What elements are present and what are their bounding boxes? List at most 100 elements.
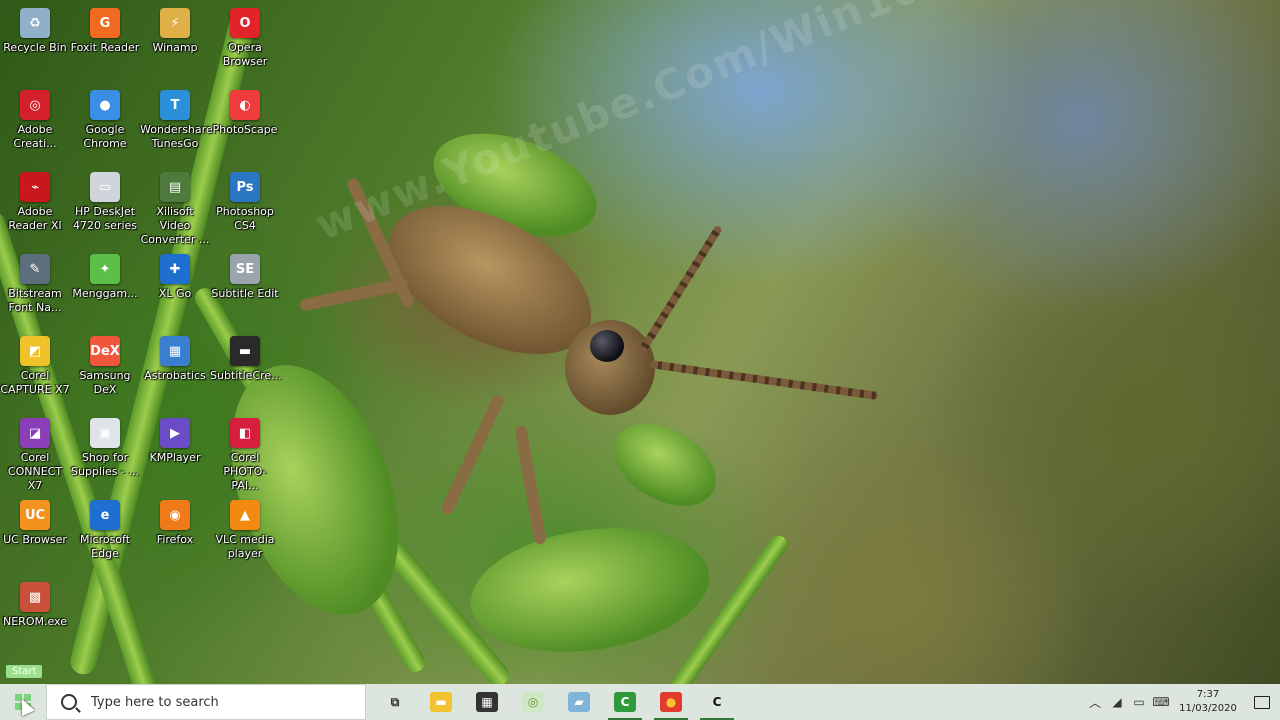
taskbar-search-box[interactable] [46, 684, 366, 720]
chevron-up-icon[interactable]: ︿ [1084, 684, 1106, 720]
desktop-icon-label: Google Chrome [83, 123, 127, 150]
desktop-icon[interactable]: ✚ XL Go [140, 248, 210, 301]
desktop-icon[interactable]: ▲ VLC media player [210, 494, 280, 561]
watermark: www.Youtube.Com/Win10user [308, 0, 1033, 250]
desktop-icon-label: Adobe Reader XI [8, 205, 62, 232]
taskbar-app-microsoft-store[interactable]: ▦ [464, 684, 510, 720]
desktop-icon[interactable]: ◉ Firefox [140, 494, 210, 547]
taskbar-app-camtasia[interactable]: C [602, 684, 648, 720]
desktop-icon-label: PhotoScape [212, 123, 278, 136]
corel-connect-icon: ◪ [20, 418, 50, 448]
desktop-icon-label: Firefox [156, 533, 194, 546]
desktop-icon[interactable]: ◎ Adobe Creati... [0, 84, 70, 151]
battery-icon[interactable]: ▭ [1128, 684, 1150, 720]
taskbar-app-generic-app[interactable]: ▰ [556, 684, 602, 720]
beetle-leg [514, 424, 547, 546]
desktop-icon-label: Foxit Reader [70, 41, 140, 54]
desktop-icon-label: KMPlayer [149, 451, 201, 464]
printer-icon: ▭ [90, 172, 120, 202]
beetle-antenna [636, 224, 723, 357]
desktop-icon-label: Corel CAPTURE X7 [0, 369, 70, 396]
taskbar-app-camtasia-recorder[interactable]: C [694, 684, 740, 720]
desktop-icon[interactable]: ▦ Astrobatics [140, 330, 210, 383]
folder-icon: ▬ [430, 692, 452, 712]
desktop-icon[interactable]: ● Google Chrome [70, 84, 140, 151]
nerom-icon: ▩ [20, 582, 50, 612]
desktop-icon-label: Wondershare TunesGo [140, 123, 213, 150]
chrome-icon: ● [90, 90, 120, 120]
desktop-icon[interactable]: ◧ Corel PHOTO-PAI... [210, 412, 280, 493]
desktop-icon[interactable]: ▭ HP DeskJet 4720 series [70, 166, 140, 233]
camtasia-icon: C [614, 692, 636, 712]
search-icon [61, 694, 77, 710]
system-tray: ︿ ◢ ▭ ⌨ 7:37 11/03/2020 [1084, 684, 1280, 720]
photoshop-icon: Ps [230, 172, 260, 202]
desktop-icon[interactable]: ◩ Corel CAPTURE X7 [0, 330, 70, 397]
desktop-icon-label: Photoshop CS4 [216, 205, 274, 232]
keyboard-icon[interactable]: ⌨ [1150, 684, 1172, 720]
desktop-icon[interactable]: O Opera Browser [210, 2, 280, 69]
desktop-icon[interactable]: Ps Photoshop CS4 [210, 166, 280, 233]
wallpaper-leaf [462, 513, 718, 667]
camtasia-recorder-icon: C [706, 692, 728, 712]
wallpaper-leaf [599, 407, 731, 523]
desktop-icon[interactable]: ✦ Menggam... [70, 248, 140, 301]
action-center-button[interactable] [1244, 684, 1280, 720]
beetle-leg [439, 393, 506, 517]
desktop-icon-label: Subtitle Edit [211, 287, 279, 300]
desktop-icon-label: XL Go [158, 287, 192, 300]
desktop-icon[interactable]: ⚡ Winamp [140, 2, 210, 55]
chrome-icon: ● [660, 692, 682, 712]
desktop-icon[interactable]: ✎ Bitstream Font Na... [0, 248, 70, 315]
desktop-icon[interactable]: ◐ PhotoScape [210, 84, 280, 137]
beetle-leg [298, 277, 409, 312]
desktop-icon[interactable]: G Foxit Reader [70, 2, 140, 55]
desktop-icon[interactable]: ◪ Corel CONNECT X7 [0, 412, 70, 493]
opera-icon: O [230, 8, 260, 38]
adobe-creative-cloud-icon: ◎ [20, 90, 50, 120]
taskbar-app-media-app[interactable]: ◎ [510, 684, 556, 720]
search-input[interactable] [89, 693, 353, 711]
desktop-icon-label: Adobe Creati... [13, 123, 57, 150]
desktop-icon[interactable]: SE Subtitle Edit [210, 248, 280, 301]
xilisoft-icon: ▤ [160, 172, 190, 202]
desktop-icon-label: Recycle Bin [3, 41, 67, 54]
desktop-icon[interactable]: UC UC Browser [0, 494, 70, 547]
taskbar-app-file-explorer[interactable]: ▬ [418, 684, 464, 720]
edge-icon: e [90, 500, 120, 530]
subtitle-creator-icon: ▬ [230, 336, 260, 366]
vlc-icon: ▲ [230, 500, 260, 530]
desktop-icon-label: NEROM.exe [3, 615, 67, 628]
desktop-icon[interactable]: e Microsoft Edge [70, 494, 140, 561]
beetle-antenna [649, 360, 879, 400]
desktop-icon-label: Opera Browser [222, 41, 268, 68]
taskbar-app-chrome[interactable]: ● [648, 684, 694, 720]
taskbar: ⧉ ▬ ▦ ◎ ▰ C ● C ︿ ◢ ▭ ⌨ 7:37 11/03/2020 [0, 684, 1280, 720]
desktop-icon-label: Shop for Supplies - ... [71, 451, 139, 478]
desktop-icon[interactable]: ▶ KMPlayer [140, 412, 210, 465]
desktop-icon-label: VLC media player [215, 533, 275, 560]
desktop-icon[interactable]: T Wondershare TunesGo [140, 84, 213, 151]
desktop-icon-label: HP DeskJet 4720 series [72, 205, 138, 232]
desktop-icon-label: Winamp [152, 41, 198, 54]
desktop-icon[interactable]: DeX Samsung DeX [70, 330, 140, 397]
samsung-dex-icon: DeX [90, 336, 120, 366]
firefox-icon: ◉ [160, 500, 190, 530]
network-icon[interactable]: ◢ [1106, 684, 1128, 720]
taskbar-clock[interactable]: 7:37 11/03/2020 [1172, 688, 1244, 716]
desktop-icon-label: Astrobatics [144, 369, 206, 382]
window-app-icon: ▰ [568, 692, 590, 712]
desktop-icon[interactable]: ▣ Shop for Supplies - ... [70, 412, 140, 479]
desktop-icon-label: SubtitleCre... [210, 369, 282, 382]
desktop-icon[interactable]: ▬ SubtitleCre... [210, 330, 282, 383]
desktop-icon[interactable]: ▤ Xilisoft Video Converter ... [140, 166, 210, 247]
desktop-icon[interactable]: ▩ NEROM.exe [0, 576, 70, 629]
recycle-bin-icon: ♻ [20, 8, 50, 38]
desktop-icon[interactable]: ⌁ Adobe Reader XI [0, 166, 70, 233]
desktop-icon-label: Corel PHOTO-PAI... [223, 451, 267, 492]
bitstream-icon: ✎ [20, 254, 50, 284]
clock-time: 7:37 [1196, 689, 1220, 700]
desktop-icon[interactable]: ♻ Recycle Bin [0, 2, 70, 55]
task-view-icon: ⧉ [384, 692, 406, 712]
taskbar-app-task-view[interactable]: ⧉ [372, 684, 418, 720]
